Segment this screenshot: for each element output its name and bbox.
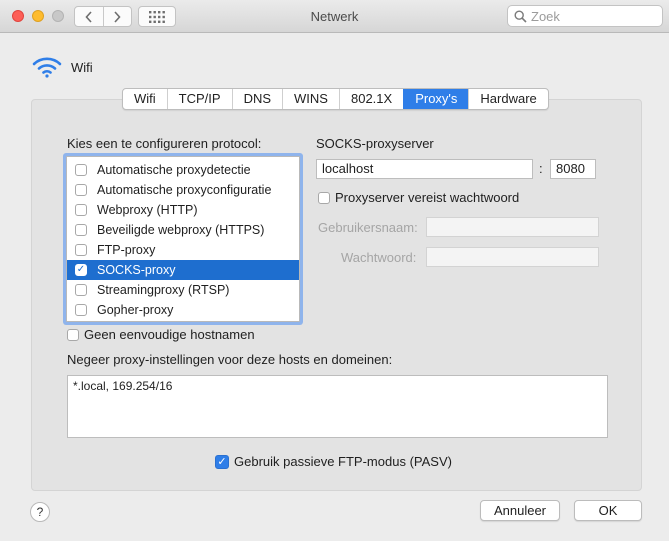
search-field[interactable]: Zoek [507, 5, 663, 27]
protocol-checkbox[interactable] [75, 164, 87, 176]
bypass-label: Negeer proxy-instellingen voor deze host… [67, 352, 393, 367]
protocol-checkbox[interactable] [75, 204, 87, 216]
requires-password-row[interactable]: Proxyserver vereist wachtwoord [318, 190, 519, 205]
protocol-label: SOCKS-proxy [97, 263, 176, 277]
passive-ftp-row[interactable]: ✓ Gebruik passieve FTP-modus (PASV) [215, 454, 452, 469]
protocol-label: Webproxy (HTTP) [97, 203, 198, 217]
tab-8021x[interactable]: 802.1X [338, 89, 403, 109]
interface-header: Wifi [32, 56, 93, 78]
title-bar: Netwerk Zoek [0, 0, 669, 33]
protocol-item-selected[interactable]: ✓ SOCKS-proxy [67, 260, 299, 280]
port-separator: : [539, 161, 543, 176]
username-label: Gebruikersnaam: [318, 220, 418, 235]
proxy-host-input[interactable]: localhost [316, 159, 533, 179]
protocol-label: Streamingproxy (RTSP) [97, 283, 230, 297]
search-icon [514, 9, 527, 23]
protocol-label: FTP-proxy [97, 243, 156, 257]
protocol-item[interactable]: Automatische proxyconfiguratie [67, 180, 299, 200]
protocol-checkbox[interactable] [75, 284, 87, 296]
passive-ftp-checkbox[interactable]: ✓ [215, 454, 229, 469]
protocol-checkbox[interactable] [75, 304, 87, 316]
protocol-item[interactable]: Webproxy (HTTP) [67, 200, 299, 220]
protocol-heading: Kies een te configureren protocol: [67, 136, 262, 151]
simple-hostnames-row[interactable]: Geen eenvoudige hostnamen [67, 327, 255, 342]
protocol-checkbox[interactable] [75, 224, 87, 236]
password-input[interactable] [426, 247, 599, 267]
bypass-textarea[interactable]: *.local, 169.254/16 [67, 375, 608, 438]
simple-hostnames-checkbox[interactable] [67, 328, 79, 341]
tab-proxies[interactable]: Proxy's [403, 89, 469, 109]
tab-wifi[interactable]: Wifi [123, 89, 167, 109]
protocol-checkbox-checked[interactable]: ✓ [75, 264, 87, 276]
password-label: Wachtwoord: [341, 250, 417, 265]
requires-password-checkbox[interactable] [318, 191, 330, 204]
simple-hostnames-label: Geen eenvoudige hostnamen [84, 327, 255, 342]
protocol-item[interactable]: Automatische proxydetectie [67, 160, 299, 180]
wifi-icon [32, 57, 62, 78]
protocol-item[interactable]: FTP-proxy [67, 240, 299, 260]
checkmark-icon: ✓ [217, 456, 227, 468]
tab-bar: Wifi TCP/IP DNS WINS 802.1X Proxy's Hard… [122, 88, 549, 110]
protocol-list[interactable]: Automatische proxydetectie Automatische … [66, 156, 300, 322]
username-input[interactable] [426, 217, 599, 237]
passive-ftp-label: Gebruik passieve FTP-modus (PASV) [234, 454, 452, 469]
tab-dns[interactable]: DNS [231, 89, 282, 109]
protocol-checkbox[interactable] [75, 244, 87, 256]
proxy-port-input[interactable]: 8080 [550, 159, 596, 179]
protocol-item[interactable]: Streamingproxy (RTSP) [67, 280, 299, 300]
protocol-label: Gopher-proxy [97, 303, 174, 317]
server-heading: SOCKS-proxyserver [316, 136, 434, 151]
protocol-item[interactable]: Gopher-proxy [67, 300, 299, 320]
help-button[interactable]: ? [30, 502, 50, 522]
protocol-label: Automatische proxydetectie [97, 163, 251, 177]
requires-password-label: Proxyserver vereist wachtwoord [335, 190, 520, 205]
checkmark-icon: ✓ [76, 264, 86, 275]
cancel-button[interactable]: Annuleer [480, 500, 560, 521]
protocol-checkbox[interactable] [75, 184, 87, 196]
interface-label: Wifi [71, 59, 93, 75]
ok-button[interactable]: OK [574, 500, 642, 521]
protocol-label: Automatische proxyconfiguratie [97, 183, 272, 197]
protocol-label: Beveiligde webproxy (HTTPS) [97, 223, 265, 237]
tab-hardware[interactable]: Hardware [468, 89, 547, 109]
protocol-item[interactable]: Beveiligde webproxy (HTTPS) [67, 220, 299, 240]
tab-tcpip[interactable]: TCP/IP [166, 89, 232, 109]
search-placeholder: Zoek [531, 8, 560, 24]
tab-wins[interactable]: WINS [282, 89, 339, 109]
